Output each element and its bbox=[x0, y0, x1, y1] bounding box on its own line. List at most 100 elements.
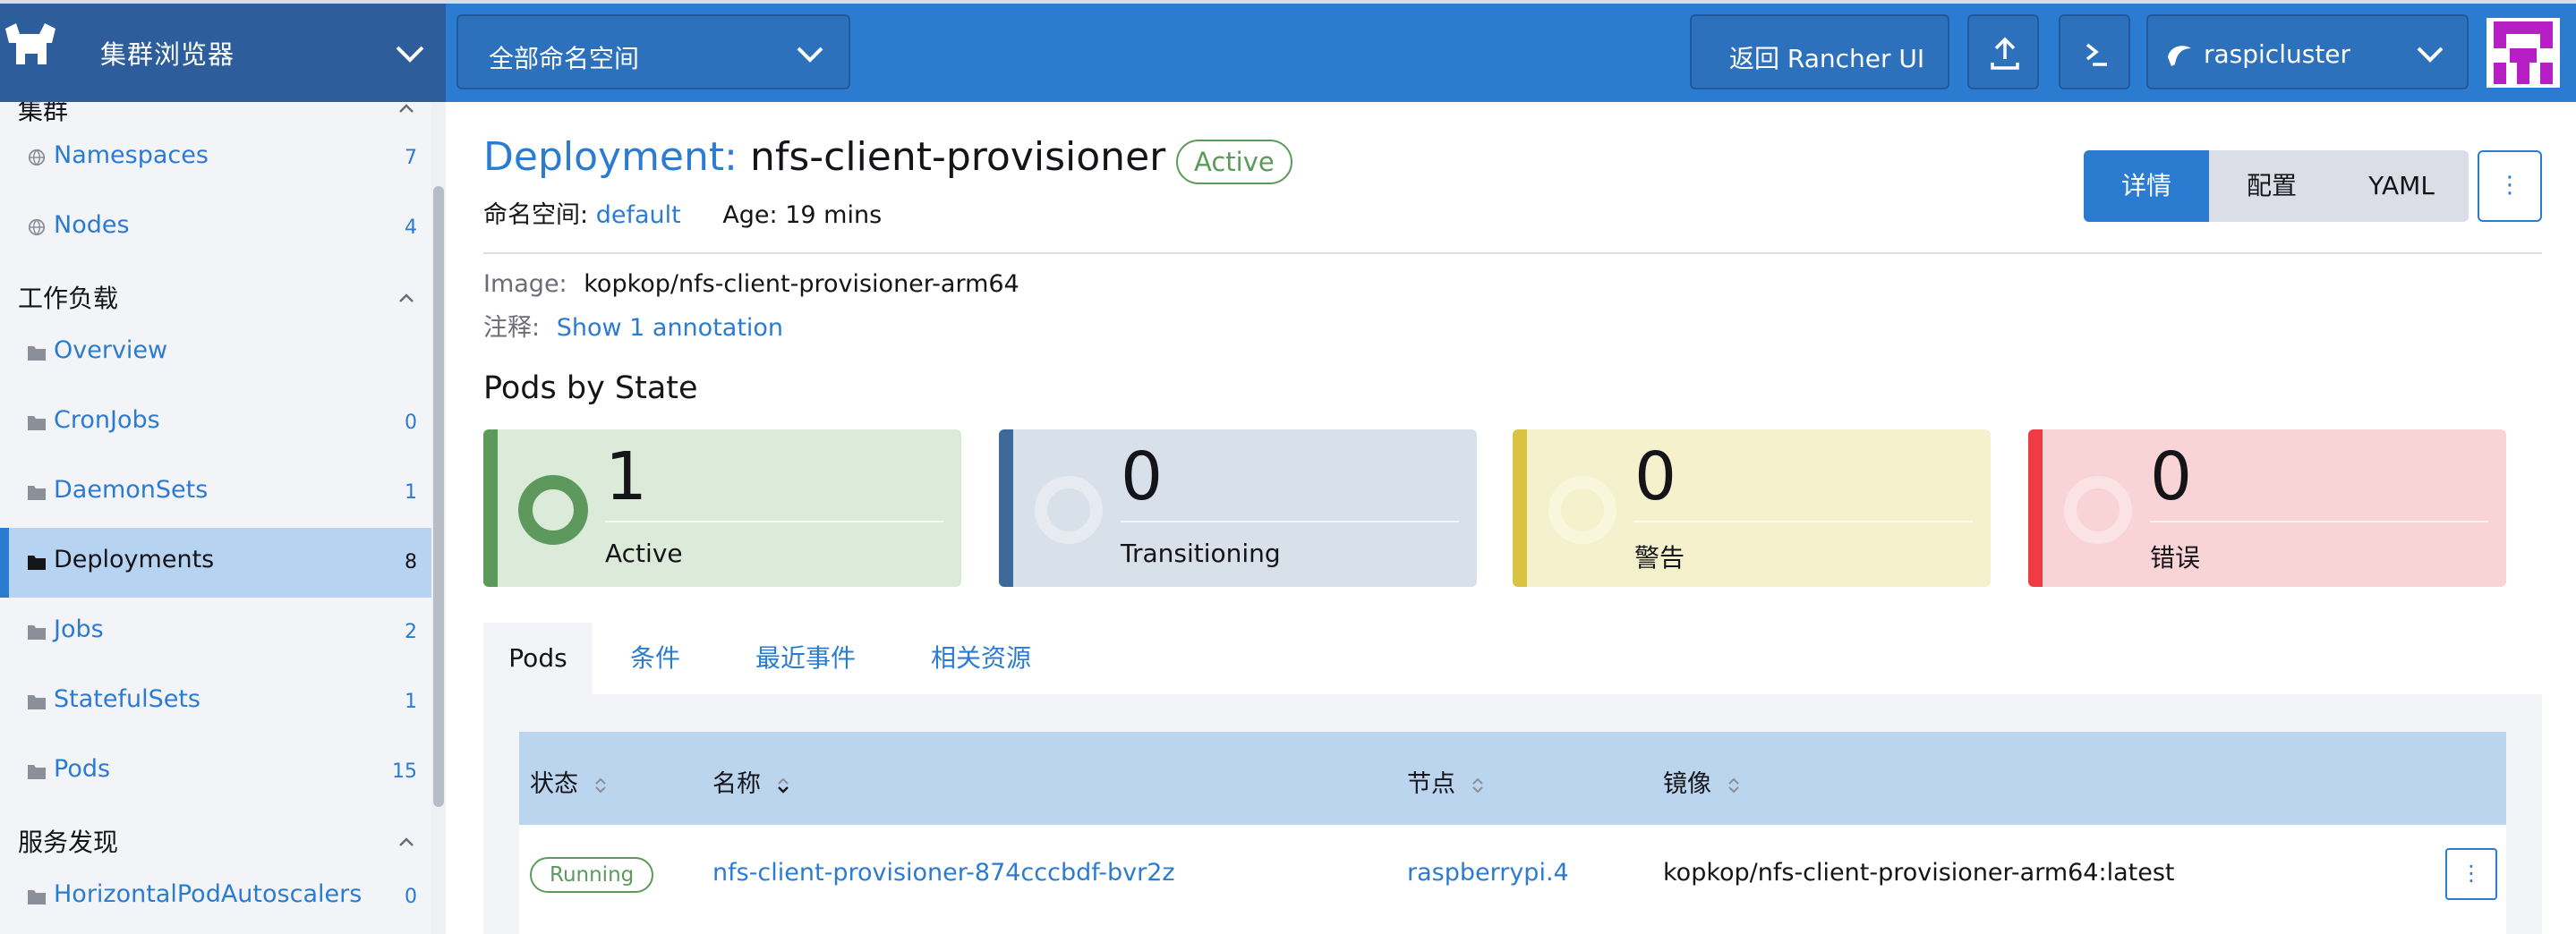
folder-icon bbox=[28, 416, 46, 430]
age-label: Age: bbox=[722, 201, 778, 229]
sidebar-item-count: 15 bbox=[392, 760, 417, 783]
cluster-select-value: raspicluster bbox=[2204, 39, 2351, 69]
chevron-down-icon bbox=[797, 47, 823, 63]
import-yaml-button[interactable] bbox=[1967, 14, 2039, 89]
sidebar-item-label: StatefulSets bbox=[54, 685, 200, 713]
table-row: Running nfs-client-provisioner-874cccbdf… bbox=[519, 825, 2506, 934]
column-header-label: 状态 bbox=[530, 770, 578, 798]
main-content: Deployment: nfs-client-provisioner Activ… bbox=[446, 102, 2576, 934]
state-card-transitioning: 0 Transitioning bbox=[999, 429, 1477, 587]
tab-conditions[interactable]: 条件 bbox=[593, 623, 718, 694]
state-separator bbox=[2150, 521, 2488, 522]
tab-yaml[interactable]: YAML bbox=[2334, 150, 2469, 222]
sidebar-item-count: 8 bbox=[405, 551, 417, 573]
tab-config[interactable]: 配置 bbox=[2209, 150, 2334, 222]
sidebar-item-label: Jobs bbox=[54, 616, 104, 643]
sidebar-item-label: Overview bbox=[54, 336, 168, 364]
tab-pods[interactable]: Pods bbox=[483, 623, 593, 694]
cluster-select[interactable]: raspicluster bbox=[2146, 14, 2469, 89]
sidebar-item-label: DaemonSets bbox=[54, 476, 209, 504]
state-label: 错误 bbox=[2150, 543, 2201, 573]
folder-icon bbox=[28, 346, 46, 361]
pod-status-badge: Running bbox=[530, 857, 654, 893]
row-actions-button[interactable]: ⋮ bbox=[2445, 848, 2497, 900]
sidebar-group-service-discovery[interactable]: 服务发现 bbox=[18, 823, 118, 859]
chevron-up-icon[interactable] bbox=[397, 102, 415, 115]
sidebar-group-workload[interactable]: 工作负载 bbox=[18, 279, 118, 315]
sort-icon bbox=[1727, 777, 1739, 793]
pod-name-link[interactable]: nfs-client-provisioner-874cccbdf-bvr2z bbox=[712, 859, 1175, 887]
column-header-label: 镜像 bbox=[1663, 770, 1711, 798]
state-count: 0 bbox=[2150, 438, 2193, 515]
sidebar-item-overview[interactable]: Overview bbox=[0, 318, 431, 388]
kubectl-shell-button[interactable] bbox=[2059, 14, 2130, 89]
state-count: 1 bbox=[605, 438, 648, 515]
tab-recent-events[interactable]: 最近事件 bbox=[718, 623, 893, 694]
node-link[interactable]: raspberrypi.4 bbox=[1407, 859, 1569, 887]
chevron-up-icon[interactable] bbox=[397, 292, 415, 304]
column-header-label: 名称 bbox=[712, 770, 761, 798]
column-header-state[interactable]: 状态 bbox=[530, 764, 608, 799]
tab-detail[interactable]: 详情 bbox=[2084, 150, 2209, 222]
state-separator bbox=[1121, 521, 1459, 522]
sort-icon bbox=[594, 777, 606, 793]
state-label: Transitioning bbox=[1121, 539, 1281, 568]
upload-icon bbox=[1991, 37, 2019, 70]
sidebar-item-pods[interactable]: Pods 15 bbox=[0, 737, 431, 807]
tab-panel: 状态 名称 节点 镜像 Running nfs-client-provision… bbox=[483, 694, 2542, 934]
annotation-label: 注释: bbox=[483, 314, 541, 342]
column-header-name[interactable]: 名称 bbox=[712, 764, 790, 799]
sidebar-item-count: 0 bbox=[405, 412, 417, 434]
sidebar-item-count: 7 bbox=[405, 147, 417, 169]
pods-table: 状态 名称 节点 镜像 Running nfs-client-provision… bbox=[519, 732, 2506, 934]
namespace-label: 命名空间: bbox=[483, 201, 589, 229]
terminal-icon bbox=[2086, 43, 2107, 66]
state-separator bbox=[605, 521, 943, 522]
namespace-select[interactable]: 全部命名空间 bbox=[456, 14, 850, 89]
raspberry-pi-cluster-icon bbox=[2168, 46, 2191, 66]
view-mode-toggle: 详情 配置 YAML bbox=[2084, 150, 2469, 222]
kebab-icon: ⋮ bbox=[2461, 861, 2482, 886]
folder-icon bbox=[28, 625, 46, 640]
folder-icon bbox=[28, 765, 46, 779]
page-title: Deployment: nfs-client-provisioner bbox=[483, 134, 1165, 180]
tab-related-resources[interactable]: 相关资源 bbox=[893, 623, 1069, 694]
actions-menu-button[interactable]: ⋮ bbox=[2478, 150, 2542, 222]
user-avatar[interactable] bbox=[2486, 18, 2560, 88]
state-count: 0 bbox=[1121, 438, 1164, 515]
pod-image: kopkop/nfs-client-provisioner-arm64:late… bbox=[1663, 859, 2175, 887]
ring-icon bbox=[1548, 476, 1616, 544]
state-color-bar bbox=[1513, 429, 1527, 587]
chevron-up-icon[interactable] bbox=[397, 836, 415, 848]
state-label: Active bbox=[605, 539, 683, 568]
sidebar-item-nodes[interactable]: Nodes 4 bbox=[0, 193, 431, 263]
back-to-rancher-button[interactable]: 返回 Rancher UI bbox=[1690, 14, 1949, 89]
sidebar-scrollbar-thumb[interactable] bbox=[433, 186, 444, 807]
sidebar-item-daemonsets[interactable]: DaemonSets 1 bbox=[0, 458, 431, 528]
sidebar-item-statefulsets[interactable]: StatefulSets 1 bbox=[0, 667, 431, 737]
resource-kind-link[interactable]: Deployment: bbox=[483, 134, 738, 180]
top-header: 集群浏览器 全部命名空间 返回 Rancher UI raspicluster bbox=[0, 0, 2576, 102]
show-annotation-link[interactable]: Show 1 annotation bbox=[557, 314, 783, 342]
sidebar-item-jobs[interactable]: Jobs 2 bbox=[0, 598, 431, 667]
sidebar-item-label: HorizontalPodAutoscalers bbox=[54, 880, 363, 908]
namespace-link[interactable]: default bbox=[596, 201, 681, 229]
sidebar-item-namespaces[interactable]: Namespaces 7 bbox=[0, 123, 431, 193]
sidebar-item-label: Pods bbox=[54, 755, 111, 783]
column-header-image[interactable]: 镜像 bbox=[1663, 764, 1741, 799]
column-header-label: 节点 bbox=[1407, 770, 1455, 798]
sidebar-item-cronjobs[interactable]: CronJobs 0 bbox=[0, 388, 431, 458]
state-count: 0 bbox=[1634, 438, 1677, 515]
globe-icon bbox=[28, 149, 46, 166]
state-color-bar bbox=[999, 429, 1013, 587]
sidebar-item-deployments[interactable]: Deployments 8 bbox=[0, 528, 431, 598]
column-header-node[interactable]: 节点 bbox=[1407, 764, 1485, 799]
sidebar-item-count: 2 bbox=[405, 621, 417, 643]
cluster-explorer-menu[interactable]: 集群浏览器 bbox=[0, 4, 446, 102]
table-header: 状态 名称 节点 镜像 bbox=[519, 732, 2506, 825]
status-badge: Active bbox=[1176, 140, 1292, 184]
sidebar-item-hpa[interactable]: HorizontalPodAutoscalers 0 bbox=[0, 862, 431, 932]
chevron-down-icon bbox=[396, 46, 424, 63]
sort-icon bbox=[1471, 777, 1483, 793]
ring-icon bbox=[1035, 476, 1103, 544]
